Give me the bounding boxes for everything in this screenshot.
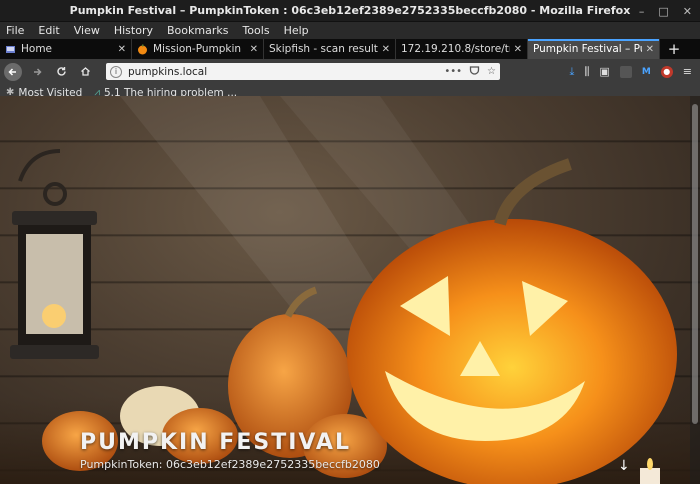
forward-button[interactable] [28, 63, 46, 81]
pumpkin-icon [137, 44, 148, 55]
close-tab-icon[interactable]: ✕ [382, 44, 390, 55]
hamburger-menu-icon[interactable]: ≡ [683, 65, 692, 78]
tab-skipfish[interactable]: Skipfish - scan results brow ✕ [264, 39, 396, 59]
menu-bar: File Edit View History Bookmarks Tools H… [0, 22, 700, 39]
download-icon[interactable]: ⤓ [569, 65, 574, 79]
extension-m-icon[interactable]: M [642, 67, 651, 77]
scrollbar-thumb[interactable] [692, 104, 698, 424]
tab-home[interactable]: Home ✕ [0, 39, 132, 59]
toolbar-icons: ⤓ ⫼ ▣ M ● ≡ [569, 65, 696, 79]
menu-tools[interactable]: Tools [242, 24, 269, 37]
minimize-button[interactable]: – [639, 5, 645, 18]
close-window-button[interactable]: ✕ [683, 5, 692, 18]
tab-label: Pumpkin Festival – Pumpk [533, 43, 642, 55]
back-arrow-icon [8, 67, 16, 76]
url-text[interactable]: pumpkins.local [128, 66, 437, 78]
window-title: Pumpkin Festival – PumpkinToken : 06c3eb… [69, 4, 631, 17]
tab-bar: Home ✕ Mission-Pumpkin ✕ Skipfish - scan… [0, 39, 700, 59]
home-icon [5, 44, 16, 55]
page-title: PUMPKIN FESTIVAL [80, 430, 351, 455]
tab-label: Mission-Pumpkin [153, 43, 242, 55]
sidebar-icon[interactable]: ▣ [599, 65, 609, 78]
reload-icon [56, 67, 66, 76]
new-tab-button[interactable]: + [660, 39, 688, 59]
nav-bar: i pumpkins.local ••• ☆ ⤓ ⫼ ▣ M ● ≡ [0, 59, 700, 84]
scrollbar[interactable] [690, 96, 700, 484]
menu-help[interactable]: Help [284, 24, 309, 37]
info-icon[interactable]: i [110, 65, 122, 78]
pumpkin-token-text: PumpkinToken: 06c3eb12ef2389e2752335becc… [80, 458, 380, 471]
pocket-icon[interactable] [469, 65, 480, 79]
url-bar[interactable]: i pumpkins.local ••• ☆ [106, 63, 500, 80]
maximize-button[interactable]: □ [658, 5, 668, 18]
extension-badge-icon[interactable]: ● [660, 65, 673, 78]
home-button[interactable] [76, 63, 94, 81]
back-button[interactable] [4, 62, 22, 81]
close-tab-icon[interactable]: ✕ [646, 44, 654, 55]
close-tab-icon[interactable]: ✕ [250, 44, 258, 55]
tab-label: Home [21, 43, 53, 55]
close-tab-icon[interactable]: ✕ [118, 44, 126, 55]
tab-label: Skipfish - scan results brow [269, 43, 378, 55]
reload-button[interactable] [52, 63, 70, 81]
window-titlebar: Pumpkin Festival – PumpkinToken : 06c3eb… [0, 0, 700, 22]
house-icon [80, 67, 90, 76]
hero-background-image [0, 96, 700, 484]
tab-label: 172.19.210.8/store/track.txt [401, 43, 510, 55]
menu-view[interactable]: View [74, 24, 100, 37]
window-controls: – □ ✕ [639, 0, 692, 22]
tab-mission-pumpkin[interactable]: Mission-Pumpkin ✕ [132, 39, 264, 59]
forward-arrow-icon [34, 67, 42, 76]
bookmark-star-icon[interactable]: ☆ [487, 66, 496, 77]
tab-track-txt[interactable]: 172.19.210.8/store/track.txt ✕ [396, 39, 528, 59]
page-actions-icon[interactable]: ••• [444, 66, 462, 77]
library-icon[interactable]: ⫼ [584, 65, 589, 79]
menu-history[interactable]: History [114, 24, 153, 37]
scroll-down-icon[interactable]: ↓ [618, 458, 630, 474]
page-content: PUMPKIN FESTIVAL PumpkinToken: 06c3eb12e… [0, 96, 700, 484]
menu-bookmarks[interactable]: Bookmarks [167, 24, 228, 37]
close-tab-icon[interactable]: ✕ [514, 44, 522, 55]
extension-icon[interactable] [619, 65, 632, 78]
tab-pumpkin-festival[interactable]: Pumpkin Festival – Pumpk ✕ [528, 39, 660, 59]
menu-file[interactable]: File [6, 24, 24, 37]
menu-edit[interactable]: Edit [38, 24, 59, 37]
lantern-icon [10, 149, 99, 359]
